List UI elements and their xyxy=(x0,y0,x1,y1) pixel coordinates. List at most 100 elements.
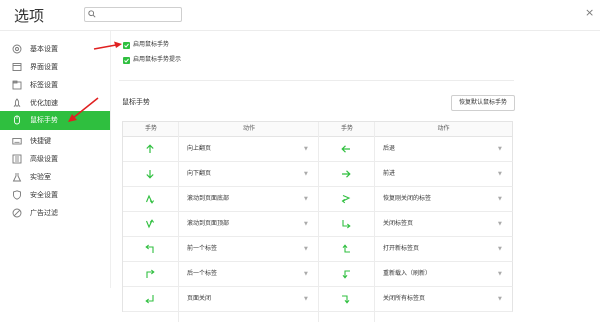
dropdown-caret-icon[interactable]: ▼ xyxy=(498,145,502,153)
action-value[interactable]: 向上翻页 xyxy=(187,145,211,153)
keyboard-icon xyxy=(12,138,22,145)
arrow-left-icon xyxy=(341,145,350,153)
sidebar-item-interface[interactable]: 界面设置 xyxy=(0,58,110,76)
search-input[interactable] xyxy=(84,7,182,22)
circle-settings-icon xyxy=(12,44,22,54)
sliders-icon xyxy=(12,154,22,164)
dropdown-caret-icon[interactable]: ▼ xyxy=(304,145,308,153)
title-bar: 选项 × xyxy=(0,0,600,31)
arrow-up-icon xyxy=(146,144,154,153)
dropdown-caret-icon[interactable]: ▼ xyxy=(498,245,502,253)
gesture-cell xyxy=(123,187,179,211)
sidebar-item-label: 安全设置 xyxy=(30,191,58,199)
action-value[interactable]: 关闭所有标签页 xyxy=(383,295,425,303)
search-icon xyxy=(88,10,96,18)
sidebar-item-label: 广告过滤 xyxy=(30,209,58,217)
dropdown-caret-icon[interactable]: ▼ xyxy=(304,295,308,303)
header-action: 动作 xyxy=(437,125,450,132)
action-value[interactable]: 前进 xyxy=(383,170,395,178)
action-value[interactable]: 滚动到页面底部 xyxy=(187,195,229,203)
sidebar-item-shortcuts[interactable]: 快捷键 xyxy=(0,132,110,150)
restore-default-gestures-button[interactable]: 恢复默认鼠标手势 xyxy=(451,95,515,111)
gesture-cell xyxy=(123,212,179,236)
action-value[interactable]: 关闭标签页 xyxy=(383,220,413,228)
dropdown-caret-icon[interactable]: ▼ xyxy=(304,170,308,178)
gesture-cell xyxy=(123,137,179,161)
action-value[interactable]: 打开新标签页 xyxy=(383,245,419,253)
gesture-cell xyxy=(319,262,375,286)
action-value[interactable]: 后一个标签 xyxy=(187,270,217,278)
dropdown-caret-icon[interactable]: ▼ xyxy=(304,245,308,253)
dropdown-caret-icon[interactable]: ▼ xyxy=(304,270,308,278)
dropdown-caret-icon[interactable]: ▼ xyxy=(498,295,502,303)
gesture-cell xyxy=(123,287,179,311)
action-value[interactable]: 重新载入（刷新） xyxy=(383,270,431,278)
annotation-arrow-icon xyxy=(93,41,122,50)
gesture-left-up-icon xyxy=(342,244,350,253)
flask-icon xyxy=(12,173,22,182)
enable-gesture-hint-checkbox[interactable] xyxy=(123,57,130,64)
action-value[interactable]: 后退 xyxy=(383,145,395,153)
dropdown-caret-icon[interactable]: ▼ xyxy=(498,195,502,203)
header-gesture: 手势 xyxy=(144,125,157,132)
header-action: 动作 xyxy=(242,125,255,132)
action-value[interactable]: 滚动到页面顶部 xyxy=(187,220,229,228)
close-button[interactable]: × xyxy=(585,7,594,18)
sidebar-item-lab[interactable]: 实验室 xyxy=(0,168,110,186)
gesture-right-left-icon xyxy=(341,194,351,204)
gesture-cell xyxy=(319,212,375,236)
window-icon xyxy=(12,63,22,71)
sidebar: 基本设置 界面设置 标签设置 优化加速 鼠标手势 快捷键 高级设置 实验室 安全… xyxy=(0,31,111,288)
sidebar-item-label: 快捷键 xyxy=(30,137,51,145)
annotation-arrow-icon xyxy=(68,97,99,122)
gesture-table: 手势 动作 手势 动作 向上翻页 ▼ 后退 ▼ 向下翻页 ▼ 前进 ▼ 滚动到页… xyxy=(122,121,513,322)
sidebar-item-security[interactable]: 安全设置 xyxy=(0,186,110,204)
sidebar-item-adblock[interactable]: 广告过滤 xyxy=(0,204,110,222)
dropdown-caret-icon[interactable]: ▼ xyxy=(498,170,502,178)
sidebar-item-tabs[interactable]: 标签设置 xyxy=(0,76,110,94)
sidebar-item-label: 界面设置 xyxy=(30,63,58,71)
checkmark-icon xyxy=(124,58,129,63)
sidebar-item-label: 鼠标手势 xyxy=(30,116,58,124)
block-icon xyxy=(12,208,22,218)
sidebar-item-label: 实验室 xyxy=(30,173,51,181)
dropdown-caret-icon[interactable]: ▼ xyxy=(498,270,502,278)
sidebar-item-label: 标签设置 xyxy=(30,81,58,89)
sidebar-item-label: 基本设置 xyxy=(30,45,58,53)
arrow-down-icon xyxy=(146,170,154,179)
dropdown-caret-icon[interactable]: ▼ xyxy=(498,220,502,228)
gesture-left-down-icon xyxy=(342,270,350,279)
enable-gesture-label: 启用鼠标手势 xyxy=(133,41,170,48)
gesture-cell xyxy=(319,237,375,261)
gesture-down-up-icon xyxy=(145,219,155,229)
gesture-up-down-icon xyxy=(145,194,155,204)
action-value[interactable]: 恢复刚关闭的标签 xyxy=(383,195,431,203)
sidebar-item-label: 高级设置 xyxy=(30,155,58,163)
header-gesture: 手势 xyxy=(340,125,353,132)
gesture-down-left-icon xyxy=(145,295,154,304)
sidebar-item-label: 优化加速 xyxy=(30,99,58,107)
gesture-right-down-icon xyxy=(342,295,350,304)
shield-icon xyxy=(13,190,21,200)
gesture-cell xyxy=(319,162,375,186)
column-divider xyxy=(318,122,319,322)
tabs-icon xyxy=(12,80,22,90)
dropdown-caret-icon[interactable]: ▼ xyxy=(304,220,308,228)
dropdown-caret-icon[interactable]: ▼ xyxy=(304,195,308,203)
gesture-down-right-icon xyxy=(342,220,351,229)
rocket-icon xyxy=(13,98,21,108)
sidebar-item-advanced[interactable]: 高级设置 xyxy=(0,150,110,168)
gesture-up-left-icon xyxy=(145,244,154,253)
mouse-icon xyxy=(14,115,20,125)
enable-gesture-checkbox[interactable] xyxy=(123,42,130,49)
gesture-cell xyxy=(123,162,179,186)
action-value[interactable]: 向下翻页 xyxy=(187,170,211,178)
column-divider xyxy=(178,122,179,322)
gesture-cell xyxy=(123,237,179,261)
action-value[interactable]: 前一个标签 xyxy=(187,245,217,253)
action-value[interactable]: 页面关闭 xyxy=(187,295,211,303)
checkmark-icon xyxy=(124,43,129,48)
gesture-cell xyxy=(319,287,375,311)
gesture-cell xyxy=(319,187,375,211)
gesture-cell xyxy=(319,137,375,161)
